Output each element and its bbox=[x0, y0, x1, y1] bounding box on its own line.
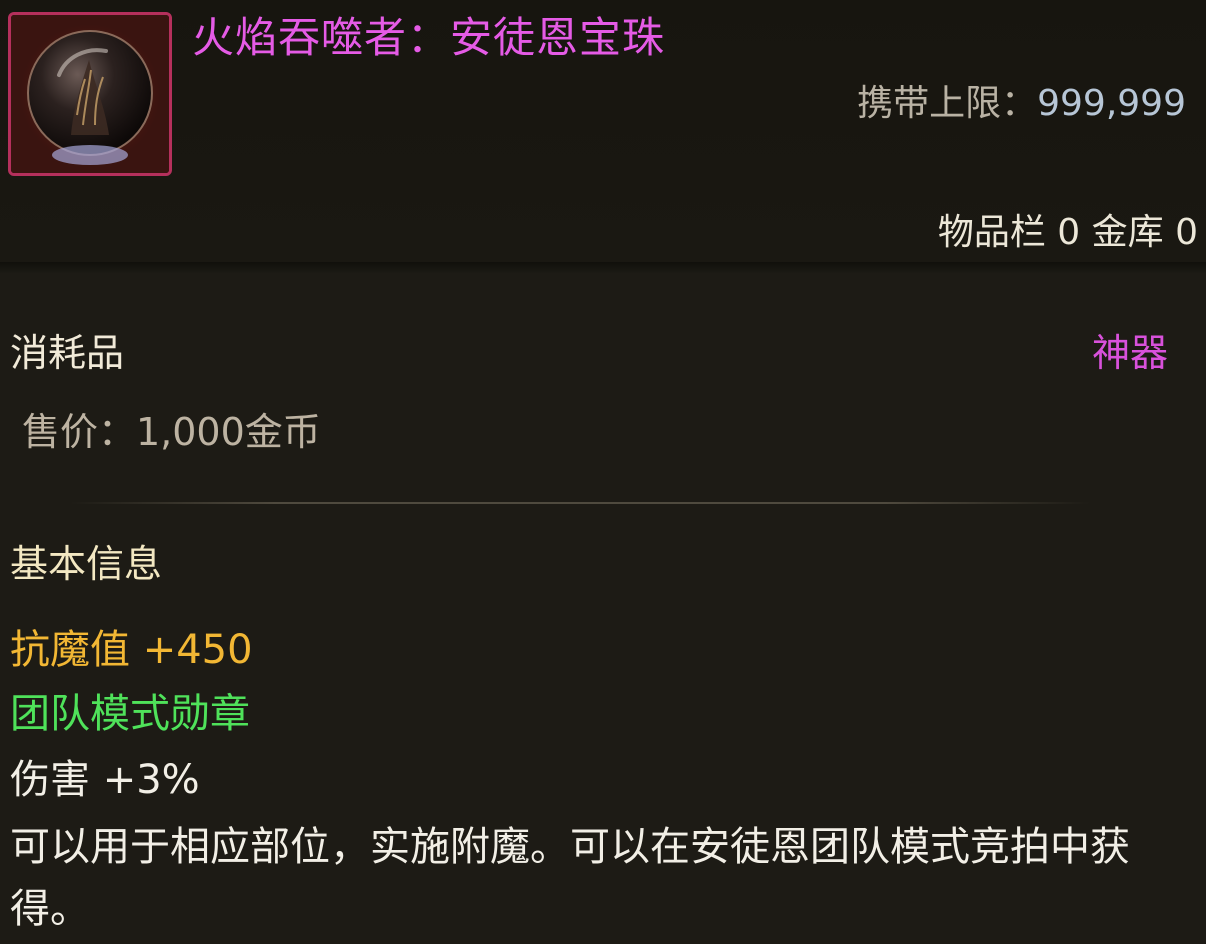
header-divider bbox=[0, 262, 1206, 274]
carry-limit-label: 携带上限： bbox=[857, 83, 1038, 124]
item-tooltip: 火焰吞噬者：安徒恩宝珠 携带上限：999,999 物品栏 0 金库 0 消耗品 … bbox=[0, 0, 1206, 944]
stat-damage: 伤害 +3% bbox=[10, 757, 200, 803]
carry-limit: 携带上限：999,999 bbox=[857, 80, 1186, 128]
section-divider bbox=[70, 502, 1090, 504]
stat-magic-resist: 抗魔值 +450 bbox=[10, 627, 253, 673]
set-name: 团队模式勋章 bbox=[10, 691, 250, 737]
item-type: 消耗品 bbox=[10, 331, 125, 375]
fire-orb-icon[interactable] bbox=[8, 12, 172, 176]
item-name: 火焰吞噬者：安徒恩宝珠 bbox=[192, 13, 666, 62]
inventory-count: 物品栏 0 金库 0 bbox=[937, 212, 1198, 253]
carry-limit-value: 999,999 bbox=[1037, 83, 1186, 124]
sell-price: 售价：1,000金币 bbox=[22, 410, 321, 454]
item-description: 可以用于相应部位，实施附魔。可以在安徒恩团队模式竞拍中获得。 bbox=[10, 824, 1130, 932]
basic-info-title: 基本信息 bbox=[10, 542, 163, 586]
item-grade: 神器 bbox=[1091, 331, 1168, 375]
